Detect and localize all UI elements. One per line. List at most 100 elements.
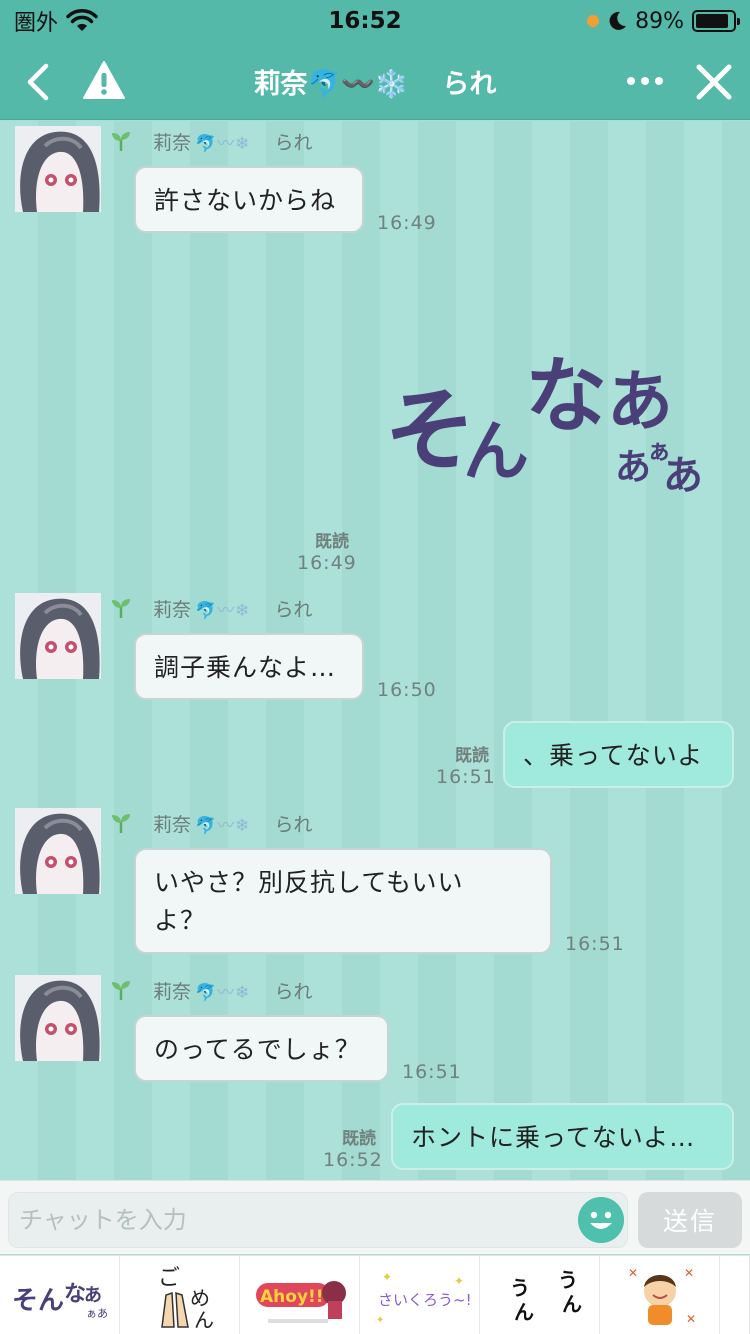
- sticker-gomen[interactable]: ご め ん: [120, 1256, 240, 1334]
- svg-text:✕: ✕: [684, 1266, 694, 1280]
- back-chevron-icon[interactable]: [22, 62, 52, 102]
- read-receipt: 既読: [455, 746, 489, 766]
- message-time: 16:52: [323, 1149, 383, 1171]
- svg-text:あ: あ: [663, 452, 703, 499]
- close-icon[interactable]: [694, 62, 734, 102]
- sender-name-text: 莉奈: [153, 599, 192, 621]
- chat-title-nickname: られ: [442, 68, 497, 100]
- read-receipt: 既読: [315, 532, 349, 552]
- message-bubble-outgoing[interactable]: ホントに乗ってないよ…: [391, 1103, 734, 1170]
- svg-text:あ: あ: [615, 446, 651, 488]
- chat-title-name: 莉奈🐬〰️❄️: [253, 68, 409, 100]
- svg-text:な: な: [525, 348, 607, 444]
- sprout-icon: [112, 132, 130, 151]
- sticker-sainkurou[interactable]: さいくろう~! ✦ ✦ ✦: [360, 1256, 480, 1334]
- battery-level-fill: [696, 14, 729, 28]
- sticker-sainkurou-thumb: さいくろう~! ✦ ✦ ✦: [376, 1270, 472, 1326]
- sticker-un-un[interactable]: う ん う ん: [480, 1256, 600, 1334]
- message-time: 16:49: [297, 552, 357, 574]
- sprout-icon: [112, 981, 130, 1000]
- message-text-line: よ？: [154, 906, 207, 935]
- contact-avatar[interactable]: [15, 593, 101, 679]
- sender-name-text: 莉奈: [153, 132, 192, 154]
- message-bubble-incoming[interactable]: 許さないからね: [134, 166, 364, 233]
- sticker-message-sonnaa[interactable]: そ ん な あ あ ぁ あ: [385, 339, 715, 499]
- status-left: 圏外: [14, 5, 214, 37]
- svg-text:な: な: [64, 1281, 86, 1307]
- battery-icon: [692, 10, 740, 32]
- message-time: 16:50: [377, 679, 437, 701]
- status-time: 16:52: [328, 8, 402, 34]
- warning-icon[interactable]: [82, 58, 126, 102]
- message-text: 、乗ってないよ: [523, 741, 704, 770]
- sender-nickname: られ: [274, 599, 313, 621]
- svg-text:あ: あ: [84, 1285, 102, 1306]
- sender-name-text: 莉奈: [153, 814, 192, 836]
- sender-emoji: 🐬〰❄: [195, 983, 251, 1003]
- message-text: 調子乗んなよ…: [154, 653, 337, 682]
- sender-nickname: られ: [274, 814, 313, 836]
- svg-text:✦: ✦: [454, 1274, 464, 1288]
- sender-emoji: 🐬〰❄: [195, 816, 251, 836]
- sender-emoji: 🐬〰❄: [195, 134, 251, 154]
- message-bubble-outgoing[interactable]: 、乗ってないよ: [503, 721, 734, 788]
- sticker-tray: そん な あ ぁあ ご め ん Ahoy!! さいくろう~! ✦ ✦ ✦ う ん…: [0, 1255, 750, 1334]
- sender-name: 莉奈 🐬〰❄ られ: [153, 128, 312, 155]
- svg-text:ご: ご: [158, 1266, 180, 1291]
- svg-text:う: う: [558, 1268, 578, 1292]
- svg-text:ん: ん: [194, 1308, 214, 1331]
- sticker-boy[interactable]: ✕ ✕ ✕: [600, 1256, 720, 1334]
- svg-text:ぁあ: ぁあ: [86, 1307, 108, 1320]
- message-time: 16:51: [565, 933, 625, 955]
- message-time: 16:51: [402, 1061, 462, 1083]
- contact-avatar[interactable]: [15, 808, 101, 894]
- svg-text:そん: そん: [12, 1286, 64, 1316]
- svg-text:ん: ん: [514, 1300, 534, 1324]
- sender-name: 莉奈 🐬〰❄ られ: [153, 810, 312, 837]
- chat-header: 莉奈🐬〰️❄️ られ: [0, 42, 750, 120]
- svg-text:ん: ん: [562, 1292, 582, 1316]
- sender-nickname: られ: [274, 981, 313, 1003]
- svg-text:✦: ✦: [382, 1270, 392, 1284]
- message-bubble-incoming[interactable]: 調子乗んなよ…: [134, 633, 364, 700]
- send-button[interactable]: 送信: [638, 1192, 742, 1248]
- location-dot-icon: [587, 15, 600, 27]
- input-bar: 送信: [0, 1180, 750, 1254]
- more-dots-icon[interactable]: [624, 68, 666, 94]
- sticker-sonnaa[interactable]: そん な あ ぁあ: [0, 1256, 120, 1334]
- sender-name-text: 莉奈: [153, 981, 192, 1003]
- message-bubble-incoming[interactable]: のってるでしょ？: [134, 1015, 389, 1082]
- svg-text:Ahoy!!: Ahoy!!: [260, 1287, 324, 1307]
- svg-text:✕: ✕: [686, 1312, 696, 1326]
- svg-text:う: う: [510, 1276, 530, 1300]
- read-receipt: 既読: [342, 1129, 376, 1149]
- sprout-icon: [112, 599, 130, 618]
- smiley-icon[interactable]: [578, 1197, 624, 1243]
- status-right: 89%: [516, 8, 740, 34]
- tray-more-partial[interactable]: [720, 1256, 750, 1334]
- chat-input[interactable]: [8, 1192, 628, 1248]
- message-text-line: いやさ？別反抗してもいい: [154, 868, 464, 897]
- message-text: 許さないからね: [154, 186, 337, 215]
- carrier-label: 圏外: [14, 11, 59, 36]
- moon-icon: [609, 11, 627, 30]
- message-time: 16:51: [436, 766, 496, 788]
- sender-nickname: られ: [274, 132, 313, 154]
- svg-text:✕: ✕: [628, 1266, 638, 1280]
- message-text: のってるでしょ？: [154, 1035, 361, 1064]
- sticker-ahoy[interactable]: Ahoy!!: [240, 1256, 360, 1334]
- sticker-boy-thumb: ✕ ✕ ✕: [628, 1266, 696, 1326]
- sticker-un-un-thumb: う ん う ん: [510, 1268, 582, 1324]
- wifi-icon: [66, 9, 98, 31]
- status-bar: 圏外 16:52 89%: [0, 0, 750, 42]
- svg-text:✦: ✦: [376, 1315, 384, 1326]
- contact-avatar[interactable]: [15, 126, 101, 212]
- sender-emoji: 🐬〰❄: [195, 601, 251, 621]
- svg-text:あ: あ: [607, 362, 673, 440]
- contact-avatar[interactable]: [15, 975, 101, 1061]
- chat-area[interactable]: 莉奈 🐬〰❄ られ 許さないからね 16:49 そ ん な あ あ ぁ あ 既読…: [0, 121, 750, 1180]
- sticker-ahoy-thumb: Ahoy!!: [255, 1280, 346, 1323]
- svg-text:さいくろう~!: さいくろう~!: [378, 1291, 472, 1309]
- battery-percent: 89%: [635, 8, 684, 34]
- message-bubble-incoming[interactable]: いやさ？別反抗してもいい よ？: [134, 848, 552, 954]
